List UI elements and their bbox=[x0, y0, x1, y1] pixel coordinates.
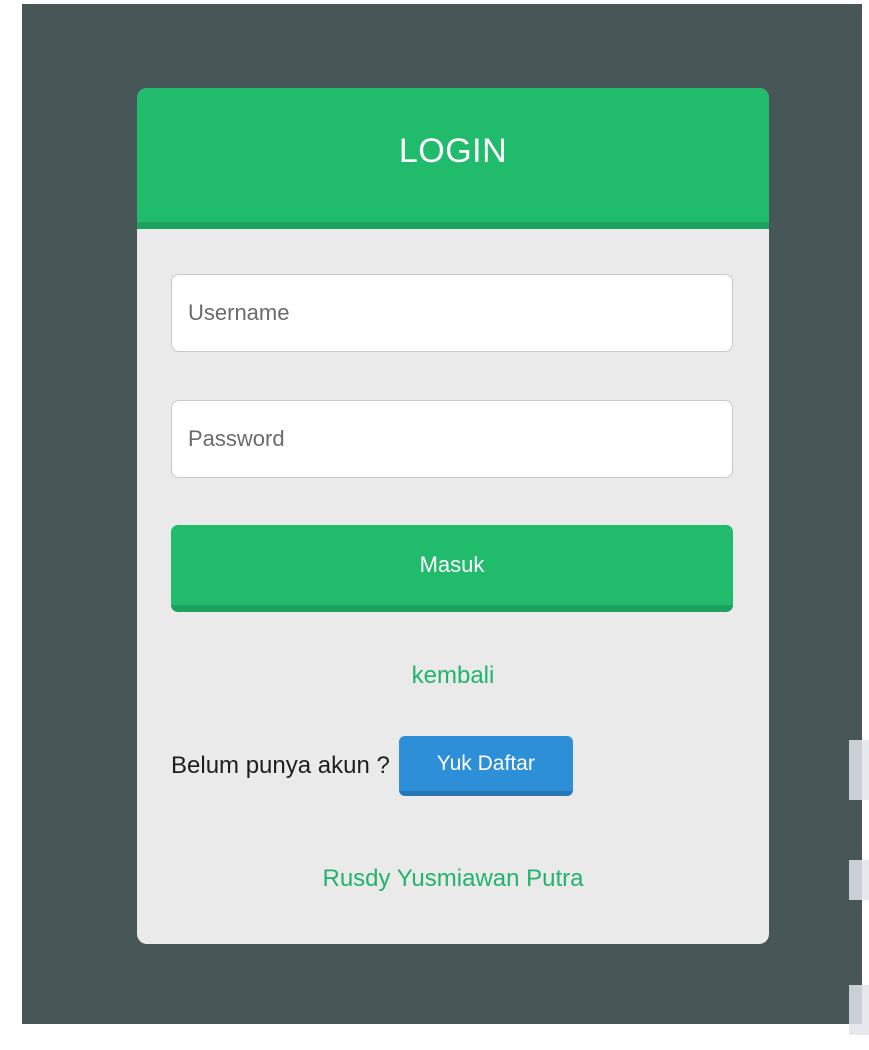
login-card: LOGIN Masuk kembali Belum punya akun ? Y… bbox=[137, 88, 769, 944]
password-input[interactable] bbox=[171, 400, 733, 478]
login-submit-button[interactable]: Masuk bbox=[171, 525, 733, 612]
login-title: LOGIN bbox=[398, 131, 508, 170]
signup-row: Belum punya akun ? Yuk Daftar bbox=[171, 736, 573, 796]
login-card-header: LOGIN bbox=[137, 88, 769, 229]
back-link[interactable]: kembali bbox=[137, 662, 769, 690]
edge-watermark-fragment bbox=[849, 860, 869, 900]
edge-watermark-fragment bbox=[849, 985, 869, 1035]
edge-watermark-fragment bbox=[849, 740, 869, 800]
username-input[interactable] bbox=[171, 274, 733, 352]
signup-prompt-text: Belum punya akun ? bbox=[171, 752, 390, 779]
page-background: LOGIN Masuk kembali Belum punya akun ? Y… bbox=[22, 4, 862, 1024]
footer-author: Rusdy Yusmiawan Putra bbox=[322, 865, 584, 892]
signup-button[interactable]: Yuk Daftar bbox=[398, 736, 573, 796]
